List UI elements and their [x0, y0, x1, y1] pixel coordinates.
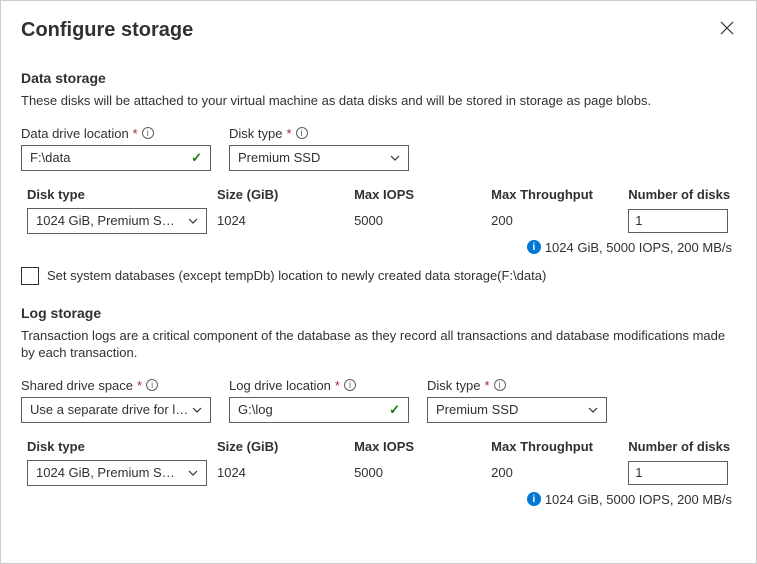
data-storage-heading: Data storage	[21, 70, 736, 86]
table-header: Disk type Size (GiB) Max IOPS Max Throug…	[21, 433, 736, 460]
chevron-down-icon	[188, 218, 198, 224]
data-drive-location-field: Data drive location * i F:\data ✓	[21, 126, 211, 171]
info-badge-icon: i	[527, 492, 541, 506]
data-storage-hint: i 1024 GiB, 5000 IOPS, 200 MB/s	[21, 240, 736, 255]
data-drive-location-input[interactable]: F:\data ✓	[21, 145, 211, 171]
data-drive-location-label: Data drive location * i	[21, 126, 211, 141]
row-num-disks-input[interactable]: 1	[628, 461, 728, 485]
col-iops: Max IOPS	[354, 187, 491, 202]
col-num-disks: Number of disks	[628, 439, 736, 454]
required-indicator: *	[484, 378, 489, 393]
info-icon[interactable]: i	[494, 379, 506, 391]
required-indicator: *	[137, 378, 142, 393]
data-storage-description: These disks will be attached to your vir…	[21, 92, 736, 110]
col-throughput: Max Throughput	[491, 439, 628, 454]
check-icon: ✓	[389, 402, 400, 418]
close-button[interactable]	[718, 19, 736, 42]
info-icon[interactable]: i	[296, 127, 308, 139]
row-iops: 5000	[354, 213, 491, 228]
row-size: 1024	[217, 465, 354, 480]
log-disk-type-field: Disk type * i Premium SSD	[427, 378, 607, 423]
shared-drive-select[interactable]: Use a separate drive for lo...	[21, 397, 211, 423]
row-throughput: 200	[491, 465, 628, 480]
data-storage-fields: Data drive location * i F:\data ✓ Disk t…	[21, 126, 736, 171]
info-icon[interactable]: i	[142, 127, 154, 139]
log-storage-table: Disk type Size (GiB) Max IOPS Max Throug…	[21, 433, 736, 507]
panel-header: Configure storage	[21, 19, 736, 42]
table-row: 1024 GiB, Premium SSD... 1024 5000 200 1	[21, 460, 736, 486]
chevron-down-icon	[192, 407, 202, 413]
table-row: 1024 GiB, Premium SSD... 1024 5000 200 1	[21, 208, 736, 234]
log-storage-hint: i 1024 GiB, 5000 IOPS, 200 MB/s	[21, 492, 736, 507]
data-storage-table: Disk type Size (GiB) Max IOPS Max Throug…	[21, 181, 736, 255]
data-disk-type-select[interactable]: Premium SSD	[229, 145, 409, 171]
shared-drive-field: Shared drive space * i Use a separate dr…	[21, 378, 211, 423]
log-storage-heading: Log storage	[21, 305, 736, 321]
data-disk-type-field: Disk type * i Premium SSD	[229, 126, 409, 171]
required-indicator: *	[335, 378, 340, 393]
chevron-down-icon	[588, 407, 598, 413]
system-db-checkbox-row: Set system databases (except tempDb) loc…	[21, 267, 736, 285]
shared-drive-label: Shared drive space * i	[21, 378, 211, 393]
close-icon	[720, 21, 734, 35]
row-throughput: 200	[491, 213, 628, 228]
log-drive-location-input[interactable]: G:\log ✓	[229, 397, 409, 423]
col-size: Size (GiB)	[217, 439, 354, 454]
log-disk-type-select[interactable]: Premium SSD	[427, 397, 607, 423]
col-num-disks: Number of disks	[628, 187, 736, 202]
row-size: 1024	[217, 213, 354, 228]
data-disk-type-label: Disk type * i	[229, 126, 409, 141]
col-size: Size (GiB)	[217, 187, 354, 202]
log-disk-type-label: Disk type * i	[427, 378, 607, 393]
table-header: Disk type Size (GiB) Max IOPS Max Throug…	[21, 181, 736, 208]
col-disk-type: Disk type	[21, 187, 217, 202]
row-disk-type-select[interactable]: 1024 GiB, Premium SSD...	[27, 460, 207, 486]
log-storage-description: Transaction logs are a critical componen…	[21, 327, 736, 362]
chevron-down-icon	[188, 470, 198, 476]
system-db-checkbox-label: Set system databases (except tempDb) loc…	[47, 268, 546, 283]
info-badge-icon: i	[527, 240, 541, 254]
col-disk-type: Disk type	[21, 439, 217, 454]
required-indicator: *	[286, 126, 291, 141]
chevron-down-icon	[390, 155, 400, 161]
row-disk-type-select[interactable]: 1024 GiB, Premium SSD...	[27, 208, 207, 234]
row-num-disks-input[interactable]: 1	[628, 209, 728, 233]
log-drive-location-label: Log drive location * i	[229, 378, 409, 393]
info-icon[interactable]: i	[344, 379, 356, 391]
info-icon[interactable]: i	[146, 379, 158, 391]
required-indicator: *	[133, 126, 138, 141]
col-iops: Max IOPS	[354, 439, 491, 454]
panel-title: Configure storage	[21, 19, 193, 42]
configure-storage-panel: Configure storage Data storage These dis…	[1, 1, 756, 525]
col-throughput: Max Throughput	[491, 187, 628, 202]
system-db-checkbox[interactable]	[21, 267, 39, 285]
log-storage-fields: Shared drive space * i Use a separate dr…	[21, 378, 736, 423]
check-icon: ✓	[191, 150, 202, 166]
row-iops: 5000	[354, 465, 491, 480]
log-drive-location-field: Log drive location * i G:\log ✓	[229, 378, 409, 423]
